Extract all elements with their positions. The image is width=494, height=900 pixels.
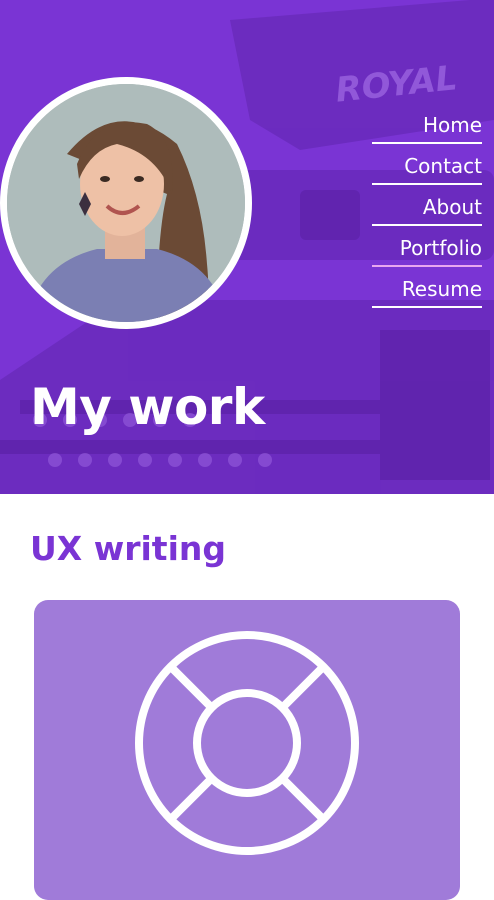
main-navigation: Home Contact About Portfolio Resume <box>372 112 482 317</box>
nav-link-home[interactable]: Home <box>372 112 482 144</box>
profile-photo-illustration <box>7 84 245 322</box>
section-title: UX writing <box>30 529 227 568</box>
nav-link-about[interactable]: About <box>372 194 482 226</box>
hero-banner: ROYAL Home Contact About Portfolio Resum… <box>0 0 494 494</box>
nav-link-contact[interactable]: Contact <box>372 153 482 185</box>
nav-link-portfolio[interactable]: Portfolio <box>372 235 482 267</box>
page-title: My work <box>30 378 265 436</box>
profile-photo <box>0 77 252 329</box>
portfolio-card[interactable] <box>34 600 460 900</box>
lifebuoy-icon <box>135 631 359 855</box>
nav-link-resume[interactable]: Resume <box>372 276 482 308</box>
